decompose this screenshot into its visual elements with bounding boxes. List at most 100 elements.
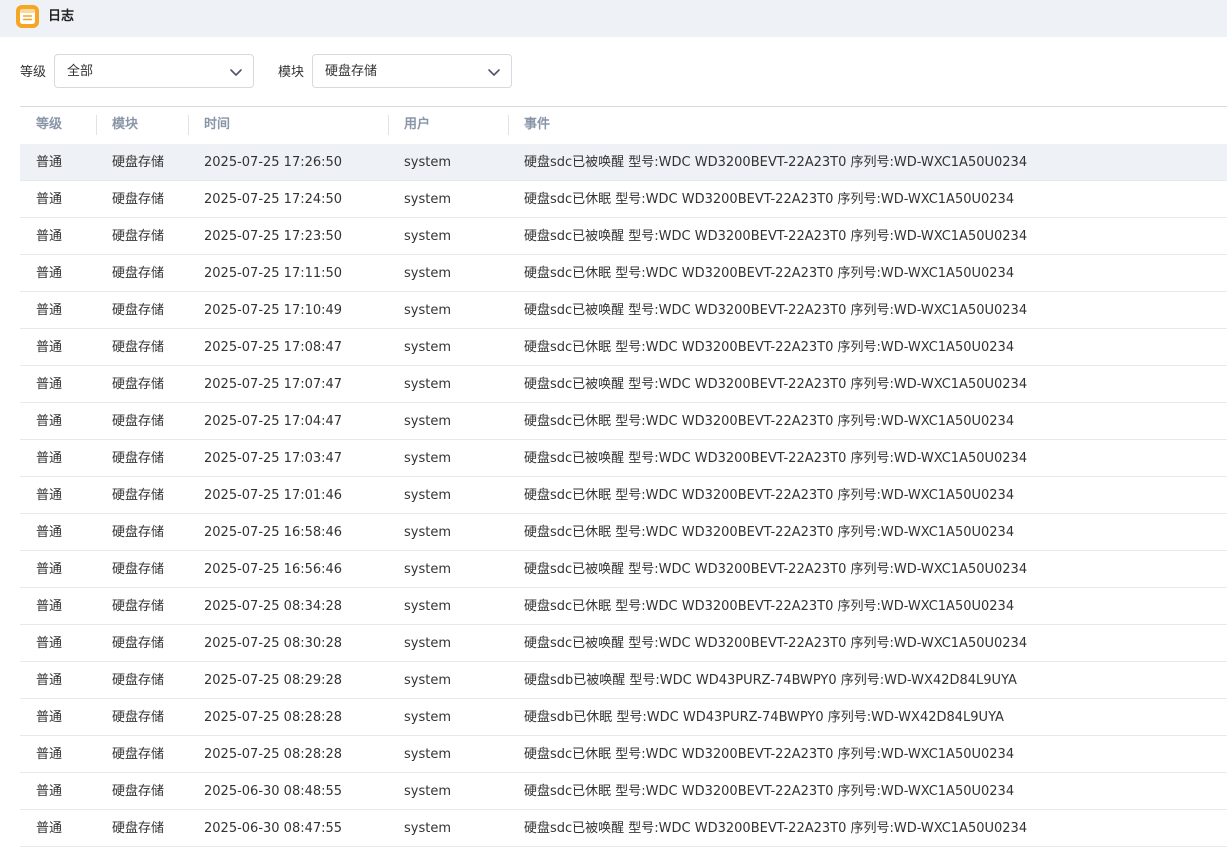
column-header-time[interactable]: 时间 bbox=[204, 116, 230, 134]
module-cell: 硬盘存储 bbox=[112, 303, 165, 318]
user-cell: system bbox=[404, 525, 451, 540]
table-row[interactable]: 普通 硬盘存储 2025-07-25 17:26:50 system 硬盘sdc已被唤醒… bbox=[20, 144, 1227, 181]
time-cell: 2025-07-25 08:28:28 bbox=[204, 710, 343, 725]
event-cell: 硬盘sdc已休眠 型号:WDC WD3200BEVT-22A23T0 序列号:W… bbox=[524, 747, 1015, 762]
user-cell: system bbox=[404, 784, 451, 799]
event-cell: 硬盘sdc已休眠 型号:WDC WD3200BEVT-22A23T0 序列号:W… bbox=[524, 488, 1015, 503]
time-cell: 2025-07-25 17:26:50 bbox=[204, 155, 343, 170]
module-cell: 硬盘存储 bbox=[112, 599, 165, 614]
time-cell: 2025-07-25 08:29:28 bbox=[204, 673, 343, 688]
user-cell: system bbox=[404, 821, 451, 836]
user-cell: system bbox=[404, 377, 451, 392]
column-separator bbox=[388, 115, 389, 135]
level-cell: 普通 bbox=[36, 377, 63, 392]
event-cell: 硬盘sdc已被唤醒 型号:WDC WD3200BEVT-22A23T0 序列号:… bbox=[524, 451, 1028, 466]
time-cell: 2025-07-25 08:28:28 bbox=[204, 747, 343, 762]
module-cell: 硬盘存储 bbox=[112, 784, 165, 799]
table-row[interactable]: 普通 硬盘存储 2025-07-25 17:11:50 system 硬盘sdc已休眠 … bbox=[20, 255, 1227, 292]
user-cell: system bbox=[404, 673, 451, 688]
time-cell: 2025-07-25 17:01:46 bbox=[204, 488, 343, 503]
level-cell: 普通 bbox=[36, 673, 63, 688]
table-header: 等级 模块 时间 用户 事件 bbox=[20, 107, 1227, 144]
table-row[interactable]: 普通 硬盘存储 2025-06-30 08:47:55 system 硬盘sdc已被唤醒… bbox=[20, 810, 1227, 847]
level-filter-label: 等级 bbox=[20, 65, 47, 80]
module-cell: 硬盘存储 bbox=[112, 710, 165, 725]
table-row[interactable]: 普通 硬盘存储 2025-07-25 17:03:47 system 硬盘sdc已被唤醒… bbox=[20, 440, 1227, 477]
module-cell: 硬盘存储 bbox=[112, 192, 165, 207]
time-cell: 2025-07-25 17:24:50 bbox=[204, 192, 343, 207]
event-cell: 硬盘sdb已休眠 型号:WDC WD43PURZ-74BWPY0 序列号:WD-… bbox=[524, 710, 1004, 725]
module-cell: 硬盘存储 bbox=[112, 377, 165, 392]
event-cell: 硬盘sdc已被唤醒 型号:WDC WD3200BEVT-22A23T0 序列号:… bbox=[524, 562, 1028, 577]
level-select-value: 全部 bbox=[67, 64, 94, 79]
table-row[interactable]: 普通 硬盘存储 2025-07-25 17:10:49 system 硬盘sdc已被唤醒… bbox=[20, 292, 1227, 329]
table-row[interactable]: 普通 硬盘存储 2025-06-30 08:48:55 system 硬盘sdc已休眠 … bbox=[20, 773, 1227, 810]
time-cell: 2025-07-25 17:11:50 bbox=[204, 266, 343, 281]
user-cell: system bbox=[404, 155, 451, 170]
table-row[interactable]: 普通 硬盘存储 2025-07-25 08:30:28 system 硬盘sdc已被唤醒… bbox=[20, 625, 1227, 662]
event-cell: 硬盘sdc已被唤醒 型号:WDC WD3200BEVT-22A23T0 序列号:… bbox=[524, 821, 1028, 836]
title-bar: 日志 bbox=[0, 0, 1227, 37]
time-cell: 2025-07-25 17:10:49 bbox=[204, 303, 343, 318]
table-row[interactable]: 普通 硬盘存储 2025-07-25 17:23:50 system 硬盘sdc已被唤醒… bbox=[20, 218, 1227, 255]
module-cell: 硬盘存储 bbox=[112, 821, 165, 836]
table-row[interactable]: 普通 硬盘存储 2025-07-25 08:28:28 system 硬盘sdb已休眠 … bbox=[20, 699, 1227, 736]
time-cell: 2025-07-25 17:03:47 bbox=[204, 451, 343, 466]
level-cell: 普通 bbox=[36, 266, 63, 281]
event-cell: 硬盘sdc已休眠 型号:WDC WD3200BEVT-22A23T0 序列号:W… bbox=[524, 599, 1015, 614]
time-cell: 2025-07-25 17:08:47 bbox=[204, 340, 343, 355]
level-cell: 普通 bbox=[36, 155, 63, 170]
column-header-event[interactable]: 事件 bbox=[524, 116, 550, 134]
user-cell: system bbox=[404, 710, 451, 725]
time-cell: 2025-07-25 16:56:46 bbox=[204, 562, 343, 577]
table-row[interactable]: 普通 硬盘存储 2025-07-25 08:28:28 system 硬盘sdc已休眠 … bbox=[20, 736, 1227, 773]
table-row[interactable]: 普通 硬盘存储 2025-07-25 17:04:47 system 硬盘sdc已休眠 … bbox=[20, 403, 1227, 440]
user-cell: system bbox=[404, 303, 451, 318]
level-cell: 普通 bbox=[36, 747, 63, 762]
column-separator bbox=[188, 115, 189, 135]
calendar-list-icon bbox=[16, 5, 39, 28]
module-select[interactable]: 硬盘存储 bbox=[312, 54, 512, 88]
column-separator bbox=[508, 115, 509, 135]
module-cell: 硬盘存储 bbox=[112, 488, 165, 503]
time-cell: 2025-07-25 17:04:47 bbox=[204, 414, 343, 429]
level-cell: 普通 bbox=[36, 414, 63, 429]
user-cell: system bbox=[404, 599, 451, 614]
table-row[interactable]: 普通 硬盘存储 2025-07-25 08:34:28 system 硬盘sdc已休眠 … bbox=[20, 588, 1227, 625]
event-cell: 硬盘sdc已被唤醒 型号:WDC WD3200BEVT-22A23T0 序列号:… bbox=[524, 155, 1028, 170]
event-cell: 硬盘sdc已休眠 型号:WDC WD3200BEVT-22A23T0 序列号:W… bbox=[524, 340, 1015, 355]
user-cell: system bbox=[404, 451, 451, 466]
level-cell: 普通 bbox=[36, 451, 63, 466]
table-row[interactable]: 普通 硬盘存储 2025-07-25 17:24:50 system 硬盘sdc已休眠 … bbox=[20, 181, 1227, 218]
column-header-level[interactable]: 等级 bbox=[36, 116, 62, 134]
module-filter-label: 模块 bbox=[278, 65, 305, 80]
module-cell: 硬盘存储 bbox=[112, 525, 165, 540]
table-row[interactable]: 普通 硬盘存储 2025-07-25 17:01:46 system 硬盘sdc已休眠 … bbox=[20, 477, 1227, 514]
time-cell: 2025-06-30 08:48:55 bbox=[204, 784, 343, 799]
event-cell: 硬盘sdc已被唤醒 型号:WDC WD3200BEVT-22A23T0 序列号:… bbox=[524, 303, 1028, 318]
event-cell: 硬盘sdc已被唤醒 型号:WDC WD3200BEVT-22A23T0 序列号:… bbox=[524, 636, 1028, 651]
level-cell: 普通 bbox=[36, 340, 63, 355]
module-cell: 硬盘存储 bbox=[112, 636, 165, 651]
column-header-user[interactable]: 用户 bbox=[404, 116, 430, 134]
module-select-value: 硬盘存储 bbox=[325, 64, 378, 79]
table-row[interactable]: 普通 硬盘存储 2025-07-25 16:58:46 system 硬盘sdc已休眠 … bbox=[20, 514, 1227, 551]
level-select[interactable]: 全部 bbox=[54, 54, 254, 88]
table-row[interactable]: 普通 硬盘存储 2025-07-25 17:08:47 system 硬盘sdc已休眠 … bbox=[20, 329, 1227, 366]
table-row[interactable]: 普通 硬盘存储 2025-07-25 17:07:47 system 硬盘sdc已被唤醒… bbox=[20, 366, 1227, 403]
module-cell: 硬盘存储 bbox=[112, 414, 165, 429]
level-cell: 普通 bbox=[36, 636, 63, 651]
table-row[interactable]: 普通 硬盘存储 2025-07-25 08:29:28 system 硬盘sdb已被唤醒… bbox=[20, 662, 1227, 699]
level-cell: 普通 bbox=[36, 562, 63, 577]
user-cell: system bbox=[404, 340, 451, 355]
user-cell: system bbox=[404, 636, 451, 651]
window-title: 日志 bbox=[48, 9, 75, 24]
table-row[interactable]: 普通 硬盘存储 2025-07-25 16:56:46 system 硬盘sdc已被唤醒… bbox=[20, 551, 1227, 588]
time-cell: 2025-07-25 17:07:47 bbox=[204, 377, 343, 392]
user-cell: system bbox=[404, 229, 451, 244]
user-cell: system bbox=[404, 488, 451, 503]
column-header-module[interactable]: 模块 bbox=[112, 116, 138, 134]
module-cell: 硬盘存储 bbox=[112, 673, 165, 688]
time-cell: 2025-07-25 08:30:28 bbox=[204, 636, 343, 651]
column-separator bbox=[96, 115, 97, 135]
